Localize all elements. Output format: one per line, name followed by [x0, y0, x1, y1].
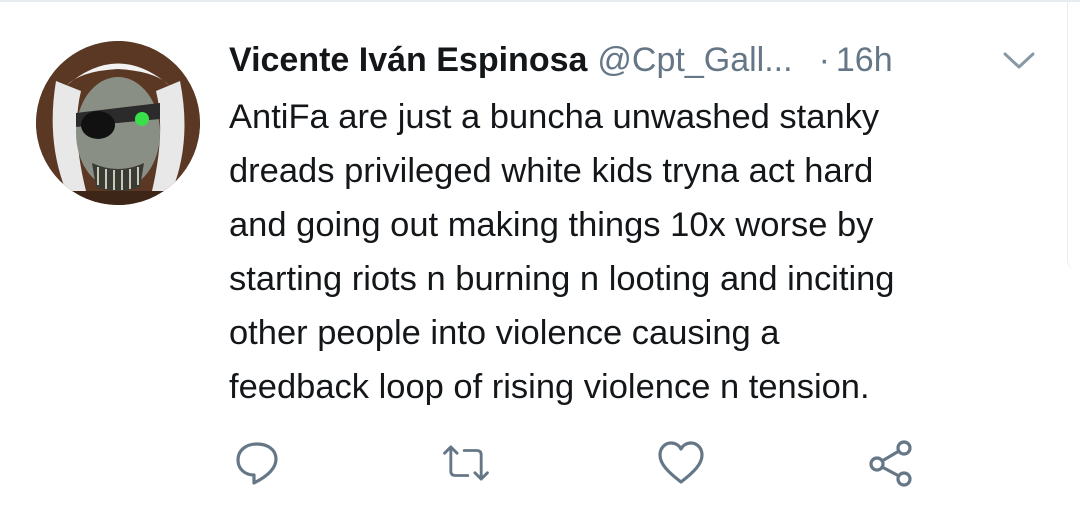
tweet-text-line: starting riots n burning n looting and i…: [229, 260, 895, 298]
heart-icon[interactable]: [656, 438, 706, 488]
timestamp[interactable]: 16h: [836, 41, 893, 80]
tweet-text-line: feedback loop of rising violence n tensi…: [229, 368, 870, 406]
tweet-header: Vicente Iván Espinosa @Cpt_Gall... · 16h: [229, 36, 1049, 84]
retweet-icon[interactable]: [441, 438, 491, 488]
avatar-illustration: [36, 41, 200, 205]
tweet-text-line: AntiFa are just a buncha unwashed stanky: [229, 98, 880, 136]
top-divider: [0, 0, 1080, 2]
author-handle[interactable]: @Cpt_Gall...: [597, 41, 792, 80]
tweet-text-line: other people into violence causing a: [229, 314, 780, 352]
tweet-text-line: and going out making things 10x worse by: [229, 206, 874, 244]
share-icon[interactable]: [866, 438, 916, 488]
reply-icon[interactable]: [232, 438, 282, 488]
tweet-text: AntiFa are just a buncha unwashed stanky…: [229, 90, 1044, 414]
action-bar: [0, 438, 1080, 488]
chevron-down-icon[interactable]: [1001, 48, 1037, 72]
tweet-text-line: dreads privileged white kids tryna act h…: [229, 152, 874, 190]
adjacent-card-edge: [1067, 0, 1080, 270]
avatar[interactable]: [36, 41, 200, 205]
author-name[interactable]: Vicente Iván Espinosa: [229, 41, 587, 80]
separator-dot: ·: [818, 40, 830, 79]
